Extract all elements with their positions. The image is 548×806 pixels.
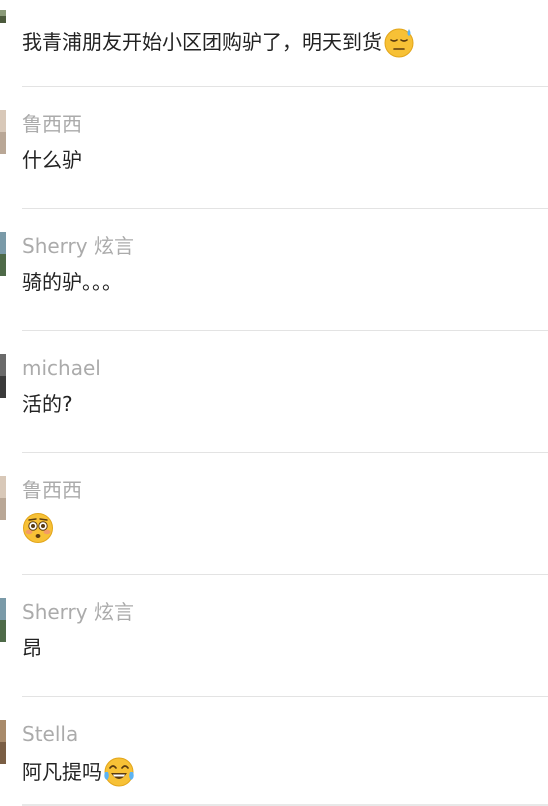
comment-text: 骑的驴。。。 [22, 268, 122, 296]
divider [22, 452, 548, 453]
comment-text: 昂 [22, 634, 42, 662]
comment-text-content: 阿凡提吗 [22, 760, 102, 784]
comment-text [22, 512, 54, 544]
comment-author[interactable]: Sherry 炫言 [22, 598, 134, 626]
divider [22, 86, 548, 87]
comment-item: Sherry 炫言 昂 [0, 598, 548, 720]
comment-text-content: 骑的驴。。。 [22, 270, 122, 294]
divider [22, 208, 548, 209]
comment-text-content: 活的? [22, 392, 73, 416]
comment-text: 我青浦朋友开始小区团购驴了，明天到货 [22, 26, 415, 58]
comment-text: 活的? [22, 390, 73, 418]
divider [22, 330, 548, 331]
avatar[interactable] [0, 598, 6, 642]
comment-author[interactable]: Stella [22, 720, 78, 748]
comment-text-content: 昂 [22, 636, 42, 660]
comment-text-content: 什么驴 [22, 148, 82, 172]
comment-item: 我青浦朋友开始小区团购驴了，明天到货 [0, 0, 548, 86]
avatar[interactable] [0, 354, 6, 398]
comment-thread: 我青浦朋友开始小区团购驴了，明天到货 鲁西西 什么驴 Sherry 炫言 骑的驴… [0, 0, 548, 806]
comment-text: 阿凡提吗 [22, 756, 135, 788]
comment-author[interactable]: Sherry 炫言 [22, 232, 134, 260]
comment-text-content: 我青浦朋友开始小区团购驴了，明天到货 [22, 30, 382, 54]
comment-item: Sherry 炫言 骑的驴。。。 [0, 232, 548, 354]
comment-item: 鲁西西 [0, 476, 548, 598]
comment-item: Stella 阿凡提吗 [0, 720, 548, 806]
comment-author[interactable]: michael [22, 354, 101, 382]
flushed-emoji [23, 513, 53, 543]
avatar[interactable] [0, 720, 6, 764]
avatar[interactable] [0, 10, 6, 23]
comment-author[interactable]: 鲁西西 [22, 476, 82, 504]
avatar[interactable] [0, 232, 6, 276]
divider [22, 696, 548, 697]
comment-text: 什么驴 [22, 146, 82, 174]
avatar[interactable] [0, 110, 6, 154]
comment-author[interactable]: 鲁西西 [22, 110, 82, 138]
downcast-sweat-emoji [384, 28, 414, 58]
avatar[interactable] [0, 476, 6, 520]
tears-of-joy-emoji [104, 757, 134, 787]
comment-item: 鲁西西 什么驴 [0, 110, 548, 232]
comment-item: michael 活的? [0, 354, 548, 476]
divider [22, 574, 548, 575]
